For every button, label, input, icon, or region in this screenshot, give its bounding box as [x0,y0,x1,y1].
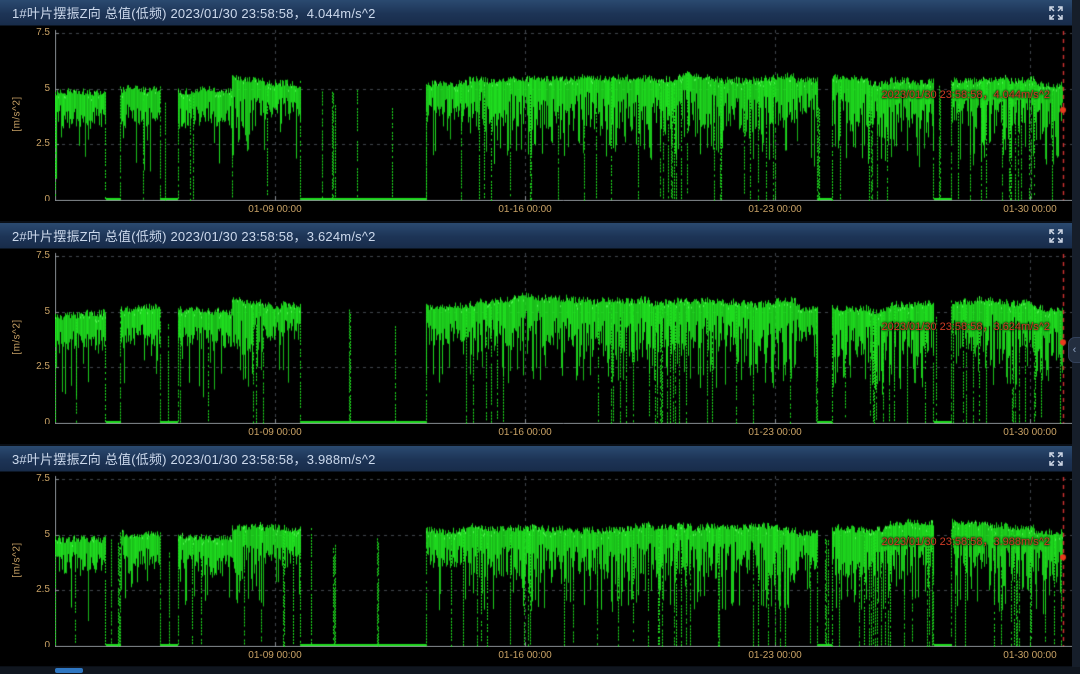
chart-header: 1#叶片摆振Z向 总值(低频) 2023/01/30 23:58:58，4.04… [0,0,1080,26]
horizontal-scrollbar-thumb[interactable] [55,668,83,673]
x-tick-label: 01-30 00:00 [1003,204,1056,215]
y-tick-label: 7.5 [4,27,50,39]
x-tick-label: 01-30 00:00 [1003,650,1056,661]
expand-icon[interactable] [1046,3,1066,23]
x-axis: 01-09 00:00 01-16 00:00 01-23 00:00 01-3… [0,201,1080,220]
x-axis: 01-09 00:00 01-16 00:00 01-23 00:00 01-3… [0,647,1080,666]
x-tick-label: 01-16 00:00 [498,427,551,438]
expand-arrows-icon [1048,451,1064,467]
y-tick-label: 2.5 [4,138,50,150]
chart-canvas [55,472,1072,647]
chart-canvas [55,249,1072,424]
x-tick-label: 01-09 00:00 [248,427,301,438]
chart-title: 1#叶片摆振Z向 总值(低频) 2023/01/30 23:58:58，4.04… [12,3,376,22]
x-tick-label: 01-09 00:00 [248,650,301,661]
x-tick-label: 01-23 00:00 [748,204,801,215]
panel-collapse-toggle[interactable]: ‹ [1068,337,1080,363]
chart-panels-stack: 1#叶片摆振Z向 总值(低频) 2023/01/30 23:58:58，4.04… [0,0,1080,666]
x-tick-label: 01-23 00:00 [748,427,801,438]
expand-arrows-icon [1048,5,1064,21]
y-tick-label: 2.5 [4,361,50,373]
horizontal-scrollbar-track[interactable] [0,667,1080,674]
y-axis-label: [m/s^2] [12,542,23,577]
chevron-left-icon: ‹ [1073,344,1077,356]
expand-arrows-icon [1048,228,1064,244]
y-tick-label: 5 [4,529,50,541]
chart-header: 2#叶片摆振Z向 总值(低频) 2023/01/30 23:58:58，3.62… [0,223,1080,249]
x-tick-label: 01-30 00:00 [1003,427,1056,438]
chart-panel-1: 1#叶片摆振Z向 总值(低频) 2023/01/30 23:58:58，4.04… [0,0,1080,221]
y-tick-label: 5 [4,83,50,95]
chart-panel-2: 2#叶片摆振Z向 总值(低频) 2023/01/30 23:58:58，3.62… [0,223,1080,444]
chart-title: 3#叶片摆振Z向 总值(低频) 2023/01/30 23:58:58，3.98… [12,449,376,468]
cursor-annotation: 2023/01/30 23:58:58，4.044m/s^2 [882,86,1050,102]
chart-header: 3#叶片摆振Z向 总值(低频) 2023/01/30 23:58:58，3.98… [0,446,1080,472]
y-tick-label: 7.5 [4,250,50,262]
plot-area[interactable]: [m/s^2] 7.5 5 2.5 0 2023/01/30 23:58:58，… [0,26,1080,201]
expand-icon[interactable] [1046,449,1066,469]
x-tick-label: 01-16 00:00 [498,650,551,661]
y-tick-label: 5 [4,306,50,318]
x-tick-label: 01-23 00:00 [748,650,801,661]
expand-icon[interactable] [1046,226,1066,246]
y-axis-label: [m/s^2] [12,96,23,131]
cursor-annotation: 2023/01/30 23:58:58，3.624m/s^2 [882,318,1050,334]
cursor-annotation: 2023/01/30 23:58:58，3.988m/s^2 [882,533,1050,549]
x-tick-label: 01-16 00:00 [498,204,551,215]
plot-area[interactable]: [m/s^2] 7.5 5 2.5 0 2023/01/30 23:58:58，… [0,472,1080,647]
plot-area[interactable]: [m/s^2] 7.5 5 2.5 0 2023/01/30 23:58:58，… [0,249,1080,424]
y-tick-label: 7.5 [4,473,50,485]
y-tick-label: 2.5 [4,584,50,596]
x-axis: 01-09 00:00 01-16 00:00 01-23 00:00 01-3… [0,424,1080,443]
x-tick-label: 01-09 00:00 [248,204,301,215]
y-axis-label: [m/s^2] [12,319,23,354]
chart-canvas [55,26,1072,201]
chart-panel-3: 3#叶片摆振Z向 总值(低频) 2023/01/30 23:58:58，3.98… [0,446,1080,666]
chart-title: 2#叶片摆振Z向 总值(低频) 2023/01/30 23:58:58，3.62… [12,226,376,245]
